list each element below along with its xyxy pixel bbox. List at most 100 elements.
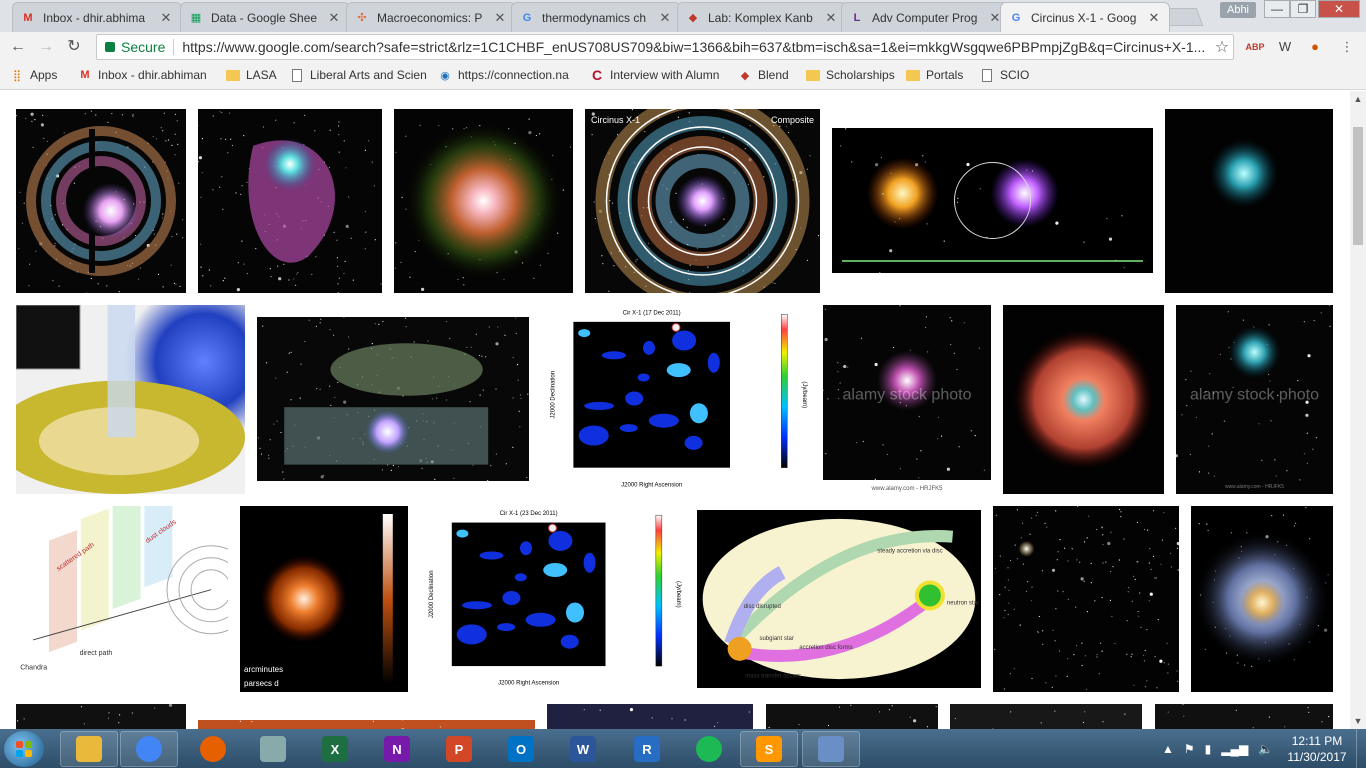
taskbar-app-outlook[interactable]: O [492, 731, 550, 767]
taskbar-app-firefox[interactable] [184, 731, 242, 767]
bookmark-0[interactable]: ⣿ Apps [10, 68, 57, 82]
tray-expand-icon[interactable]: ▲ [1162, 742, 1174, 756]
battery-icon[interactable]: ▮ [1205, 742, 1212, 756]
minimize-button[interactable]: — [1264, 0, 1290, 18]
scroll-up-arrow-icon[interactable]: ▲ [1350, 91, 1366, 107]
tab-gmail-0[interactable]: M Inbox - dhir.abhima ✕ [12, 2, 182, 32]
image-result-starfield-rings[interactable] [16, 109, 186, 293]
taskbar-app-chrome[interactable] [120, 731, 178, 767]
image-result-orbit-diagram[interactable]: steady accretion via disc disc disrupted s… [697, 510, 981, 688]
image-result-glow-orange[interactable] [394, 109, 573, 293]
bookmark-2[interactable]: LASA [226, 68, 277, 82]
image-result-partial[interactable] [547, 704, 753, 729]
image-result-partial[interactable] [950, 704, 1142, 729]
star-dot [1009, 673, 1011, 675]
bookmark-8[interactable]: Portals [906, 68, 963, 82]
show-desktop-button[interactable] [1356, 729, 1366, 768]
volume-icon[interactable]: 🔈 [1258, 742, 1273, 756]
star-dot [336, 239, 338, 241]
bookmark-3[interactable]: Liberal Arts and Scien [290, 68, 427, 82]
bookmark-7[interactable]: Scholarships [806, 68, 895, 82]
image-result-accretion-disk[interactable] [16, 305, 245, 494]
star-dot [1144, 686, 1147, 688]
tab-close-icon[interactable]: ✕ [327, 10, 341, 26]
bookmark-star-icon[interactable]: ☆ [1211, 37, 1233, 57]
image-result-nebula-magenta[interactable] [198, 109, 382, 293]
wikipedia-icon[interactable]: W [1274, 37, 1296, 57]
image-result-infographic[interactable] [832, 128, 1153, 273]
bookmark-4[interactable]: ◉ https://connection.na [438, 68, 569, 82]
star-dot [817, 235, 820, 237]
forward-button[interactable]: → [36, 37, 56, 57]
tab-google-3[interactable]: Gthermodynamics ch ✕ [511, 2, 681, 32]
clock[interactable]: 12:11 PM 11/30/2017 [1282, 733, 1352, 765]
taskbar-app-onenote[interactable]: N [368, 731, 426, 767]
action-center-flag-icon[interactable]: ⚑ [1184, 742, 1195, 756]
star-dot [1025, 590, 1028, 592]
scroll-down-arrow-icon[interactable]: ▼ [1350, 713, 1366, 729]
star-dot [329, 329, 331, 331]
taskbar-app-spotify[interactable] [680, 731, 738, 767]
address-bar[interactable]: Secure https://www.google.com/search?saf… [96, 34, 1234, 60]
star-dot [1062, 591, 1064, 593]
star-dot [860, 337, 863, 339]
tab-lasa-5[interactable]: L Adv Computer Prog ✕ [841, 2, 1011, 32]
image-result-stock-cyan[interactable]: www.alamy.com - HRJFK5 alamy stock photo [1176, 305, 1333, 494]
reload-button[interactable]: ↻ [64, 37, 84, 57]
taskbar-app-powerpoint[interactable]: P [430, 731, 488, 767]
tab-blend-4[interactable]: ◆ Lab: Komplex Kanb ✕ [677, 2, 847, 32]
star-dot [224, 277, 226, 279]
page-scrollbar[interactable]: ▲ ▼ [1350, 91, 1366, 729]
image-result-composite-rings[interactable]: Circinus X-1 Composite [585, 109, 820, 293]
image-result-cyan-dot[interactable] [1165, 109, 1333, 293]
bookmark-9[interactable]: SCIO [980, 68, 1029, 82]
taskbar-app-file-explorer[interactable] [60, 731, 118, 767]
image-result-partial[interactable] [16, 704, 186, 729]
bookmark-6[interactable]: ◆ Blend [738, 68, 789, 82]
adblock-icon[interactable]: ABP [1244, 37, 1266, 57]
url-text[interactable]: https://www.google.com/search?safe=stric… [182, 39, 1211, 55]
bookmark-5[interactable]: C Interview with Alumn [590, 68, 719, 82]
image-result-radio-map-2[interactable]: Cir X-1 (23 Dec 2011) J2000 Right Ascensi… [420, 506, 685, 690]
tab-sheets-1[interactable]: ▦ Data - Google Shee ✕ [180, 2, 350, 32]
profile-badge[interactable]: Abhi [1220, 2, 1256, 18]
tab-google-6[interactable]: G Circinus X-1 - Goog ✕ [1000, 2, 1170, 32]
taskbar-app-paint[interactable] [802, 731, 860, 767]
image-result-partial[interactable] [766, 704, 938, 729]
star-dot [330, 404, 332, 406]
image-result-radio-map[interactable]: Cir X-1 (17 Dec 2011) J2000 Right Ascensi… [541, 305, 811, 492]
tab-close-icon[interactable]: ✕ [658, 10, 672, 26]
scrollbar-thumb[interactable] [1353, 127, 1363, 245]
star-dot [1044, 522, 1046, 524]
taskbar-app-word[interactable]: W [554, 731, 612, 767]
cookie-icon[interactable]: ● [1304, 37, 1326, 57]
menu-icon[interactable]: ⋮ [1336, 37, 1358, 57]
image-result-chandra-diagram[interactable]: direct path scattered path Chandra dust clo… [16, 506, 228, 692]
taskbar-app-calculator[interactable] [244, 731, 302, 767]
image-result-partial[interactable] [1155, 704, 1333, 729]
tab-close-icon[interactable]: ✕ [1147, 10, 1161, 26]
image-result-starfield[interactable] [993, 506, 1179, 692]
thumbnail-accretion-disk [16, 305, 245, 494]
taskbar-app-excel[interactable]: X [306, 731, 364, 767]
image-result-stock-magenta[interactable]: www.alamy.com - HRJFK5 alamy stock photo [823, 305, 991, 494]
taskbar-app-r[interactable]: R [618, 731, 676, 767]
image-result-partial[interactable] [198, 720, 535, 729]
star-dot [1230, 532, 1232, 534]
image-result-xray-orange[interactable]: arcminutes parsecs d [240, 506, 408, 692]
maximize-button[interactable]: ❐ [1290, 0, 1316, 18]
image-result-starfield-band[interactable] [257, 317, 529, 481]
taskbar-app-sublime[interactable]: S [740, 731, 798, 767]
tab-close-icon[interactable]: ✕ [159, 10, 173, 26]
start-button[interactable] [4, 731, 44, 767]
network-icon[interactable]: ▂▄▆ [1221, 742, 1248, 756]
tab-label: Lab: Komplex Kanb [708, 10, 813, 25]
tab-close-icon[interactable]: ✕ [493, 10, 507, 26]
tab-close-icon[interactable]: ✕ [824, 10, 838, 26]
image-result-galaxy[interactable] [1191, 506, 1333, 692]
image-result-orange-nebula[interactable] [1003, 305, 1164, 494]
tab-pinwheel-2[interactable]: ✣ Macroeconomics: P ✕ [346, 2, 516, 32]
back-button[interactable]: ← [8, 37, 28, 57]
bookmark-1[interactable]: M Inbox - dhir.abhiman [78, 68, 206, 82]
close-window-button[interactable]: ✕ [1318, 0, 1360, 18]
